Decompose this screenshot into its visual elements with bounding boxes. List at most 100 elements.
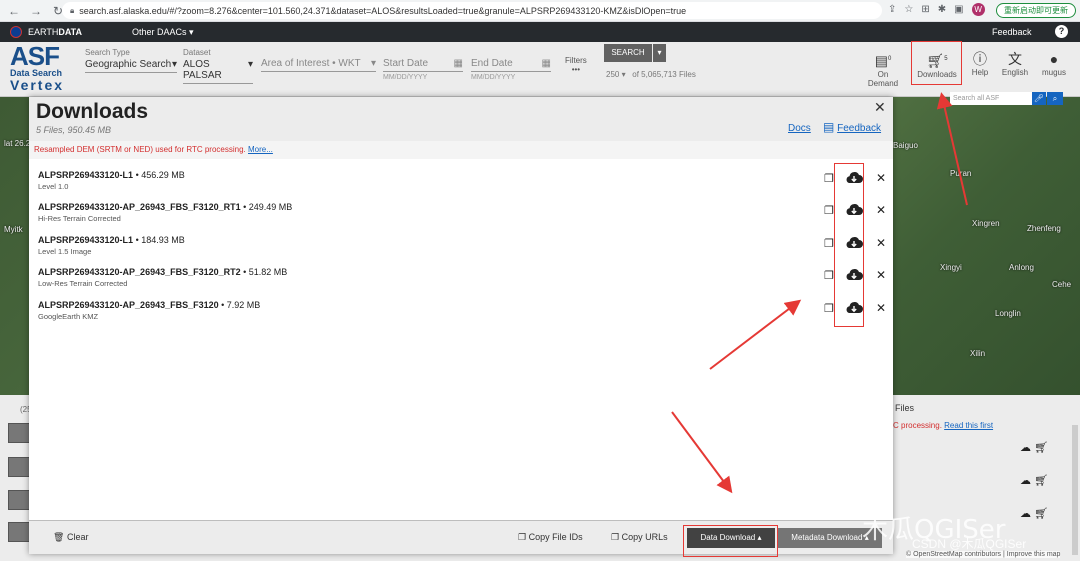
dialog-header: Downloads 5 Files, 950.45 MB ✕ Docs ▤ Fe… <box>29 97 893 141</box>
download-item: ALPSRP269433120-AP_26943_FBS_F3120_RT2 •… <box>38 267 887 288</box>
extensions-icon[interactable]: ✱ <box>938 4 946 15</box>
read-this-first-link[interactable]: Read this first <box>944 421 993 430</box>
calendar-icon[interactable]: ▦ <box>454 58 463 69</box>
lock-icon: 🔒︎ <box>70 5 75 15</box>
translate-icon[interactable]: ⊞ <box>921 4 929 15</box>
remove-icon[interactable]: ✕ <box>876 236 886 250</box>
docs-link[interactable]: Docs <box>788 123 811 134</box>
more-link[interactable]: More... <box>248 145 273 154</box>
cart-icon[interactable]: 🛒︎ <box>1034 475 1048 487</box>
help-circle-icon[interactable]: ? <box>1055 25 1068 38</box>
result-thumbnail[interactable] <box>8 423 30 443</box>
results-scrollbar[interactable] <box>1072 425 1078 555</box>
calendar-icon[interactable]: ▦ <box>542 58 551 69</box>
filters-button[interactable]: Filters ••• <box>565 56 587 74</box>
user-button[interactable]: ● mugus <box>1040 50 1068 77</box>
annotation-box-data-download <box>683 525 778 557</box>
remove-icon[interactable]: ✕ <box>876 171 886 185</box>
result-limit-select[interactable]: 250 <box>606 70 619 79</box>
earthdata-brand[interactable]: EARTHDATA <box>28 27 82 37</box>
earthdata-bar: EARTHDATA Other DAACs ▾ Feedback ? <box>0 22 1080 42</box>
language-button[interactable]: 文 English <box>1001 50 1029 77</box>
profile-avatar[interactable]: W <box>971 3 985 16</box>
dialog-title: Downloads <box>36 100 149 123</box>
remove-icon[interactable]: ✕ <box>876 301 886 315</box>
annotation-box-cloud-icons <box>834 163 864 327</box>
nasa-logo-icon <box>10 26 22 38</box>
search-options-caret-icon[interactable]: ▾ <box>653 44 666 62</box>
cloud-download-icon[interactable]: ☁ <box>1020 475 1031 487</box>
copy-icon[interactable]: ❐ <box>824 269 834 282</box>
asf-logo[interactable]: ASF Data Search Vertex <box>10 43 70 92</box>
remove-icon[interactable]: ✕ <box>876 203 886 217</box>
update-button[interactable]: 重新启动即可更新 <box>996 3 1076 18</box>
start-date-input[interactable]: Start Date ▦ MM/DD/YYYY <box>383 56 463 81</box>
on-demand-button[interactable]: ▤0 On Demand <box>862 50 904 88</box>
annotation-box-downloads <box>911 41 962 85</box>
url-text: search.asf.alaska.edu/#/?zoom=8.276&cent… <box>79 5 687 16</box>
copy-icon[interactable]: ❐ <box>824 302 834 315</box>
remove-icon[interactable]: ✕ <box>876 268 886 282</box>
cloud-download-icon[interactable]: ☁ <box>1020 442 1031 454</box>
help-button[interactable]: ⓘ Help <box>969 50 991 77</box>
on-demand-queue-icon: ▤0 <box>874 52 892 69</box>
copy-file-ids-button[interactable]: ❐ Copy File IDs <box>518 532 583 543</box>
result-row-actions: ☁ 🛒︎ <box>1020 441 1048 454</box>
result-row-actions: ☁ 🛒︎ <box>1020 474 1048 487</box>
copy-icon: ❐ <box>518 532 527 542</box>
download-item: ALPSRP269433120-L1 • 456.29 MB Level 1.0… <box>38 170 887 191</box>
download-item: ALPSRP269433120-L1 • 184.93 MB Level 1.5… <box>38 235 887 256</box>
download-item: ALPSRP269433120-AP_26943_FBS_F3120 • 7.9… <box>38 300 887 321</box>
dataset-select[interactable]: Dataset ALOS PALSAR ▾ <box>183 48 253 84</box>
feedback-link[interactable]: ▤ Feedback <box>823 120 881 134</box>
forward-icon[interactable]: → <box>28 4 44 18</box>
end-date-input[interactable]: End Date ▦ MM/DD/YYYY <box>471 56 551 81</box>
map-attribution[interactable]: © OpenStreetMap contributors | Improve t… <box>906 551 1061 558</box>
dropdown-arrow-icon: ▾ <box>370 58 376 69</box>
other-daacs-menu[interactable]: Other DAACs ▾ <box>132 27 194 38</box>
star-icon[interactable]: ☆ <box>904 4 913 15</box>
dropdown-arrow-icon: ▾ <box>247 59 253 70</box>
user-icon: ● <box>1049 51 1059 67</box>
downloads-dialog: Downloads 5 Files, 950.45 MB ✕ Docs ▤ Fe… <box>29 97 893 554</box>
search-type-select[interactable]: Search Type Geographic Search ▾ <box>85 48 177 73</box>
cart-icon[interactable]: 🛒︎ <box>1034 508 1048 520</box>
result-count: 250 ▾ of 5,065,713 Files <box>606 70 696 79</box>
copy-icon[interactable]: ❐ <box>824 204 834 217</box>
result-thumbnail[interactable] <box>8 457 30 477</box>
dropdown-arrow-icon: ▾ <box>171 59 177 70</box>
close-icon[interactable]: ✕ <box>874 99 886 116</box>
copy-urls-button[interactable]: ❐ Copy URLs <box>611 532 668 543</box>
cloud-download-icon[interactable]: ☁ <box>1020 508 1031 520</box>
clear-button[interactable]: 🗑︎ Clear <box>53 532 88 543</box>
results-files-label: Files <box>895 403 915 413</box>
copy-icon[interactable]: ❐ <box>824 237 834 250</box>
trash-icon: 🗑︎ <box>53 532 65 542</box>
browser-toolbar: ← → ↻ 🔒︎ search.asf.alaska.edu/#/?zoom=8… <box>0 0 1080 22</box>
copy-icon: ❐ <box>611 532 620 542</box>
map-search-input[interactable]: Search all ASF <box>950 92 1032 105</box>
address-bar[interactable]: 🔒︎ search.asf.alaska.edu/#/?zoom=8.276&c… <box>62 2 882 19</box>
help-icon: ⓘ <box>973 51 987 67</box>
results-notice: C processing. Read this first <box>893 421 994 430</box>
cart-icon[interactable]: 🛒︎ <box>1034 442 1048 454</box>
sidebar-icon[interactable]: ▣ <box>954 4 963 15</box>
aoi-input[interactable]: Area of Interest • WKT ▾ <box>261 56 376 72</box>
map-search-icon[interactable]: ⌕ <box>1047 92 1063 105</box>
result-row-actions: ☁ 🛒︎ <box>1020 507 1048 520</box>
dialog-subtitle: 5 Files, 950.45 MB <box>36 125 112 135</box>
microphone-icon[interactable]: 🎤︎ <box>1032 92 1046 105</box>
result-thumbnail[interactable] <box>8 522 30 542</box>
share-icon[interactable]: ⇪ <box>888 4 896 15</box>
copy-icon[interactable]: ❐ <box>824 172 834 185</box>
result-thumbnail[interactable] <box>8 490 30 510</box>
search-button[interactable]: SEARCH <box>604 44 652 62</box>
rtc-notice: Resampled DEM (SRTM or NED) used for RTC… <box>29 141 893 159</box>
download-item: ALPSRP269433120-AP_26943_FBS_F3120_RT1 •… <box>38 202 887 223</box>
earthdata-feedback-link[interactable]: Feedback <box>992 27 1032 37</box>
back-icon[interactable]: ← <box>6 4 22 18</box>
feedback-icon: ▤ <box>823 120 835 134</box>
watermark-small: CSDN @木瓜QGISer <box>912 537 1027 551</box>
translate-icon: 文 <box>1008 51 1022 67</box>
browser-actions: ⇪ ☆ ⊞ ✱ ▣ W <box>888 3 985 16</box>
